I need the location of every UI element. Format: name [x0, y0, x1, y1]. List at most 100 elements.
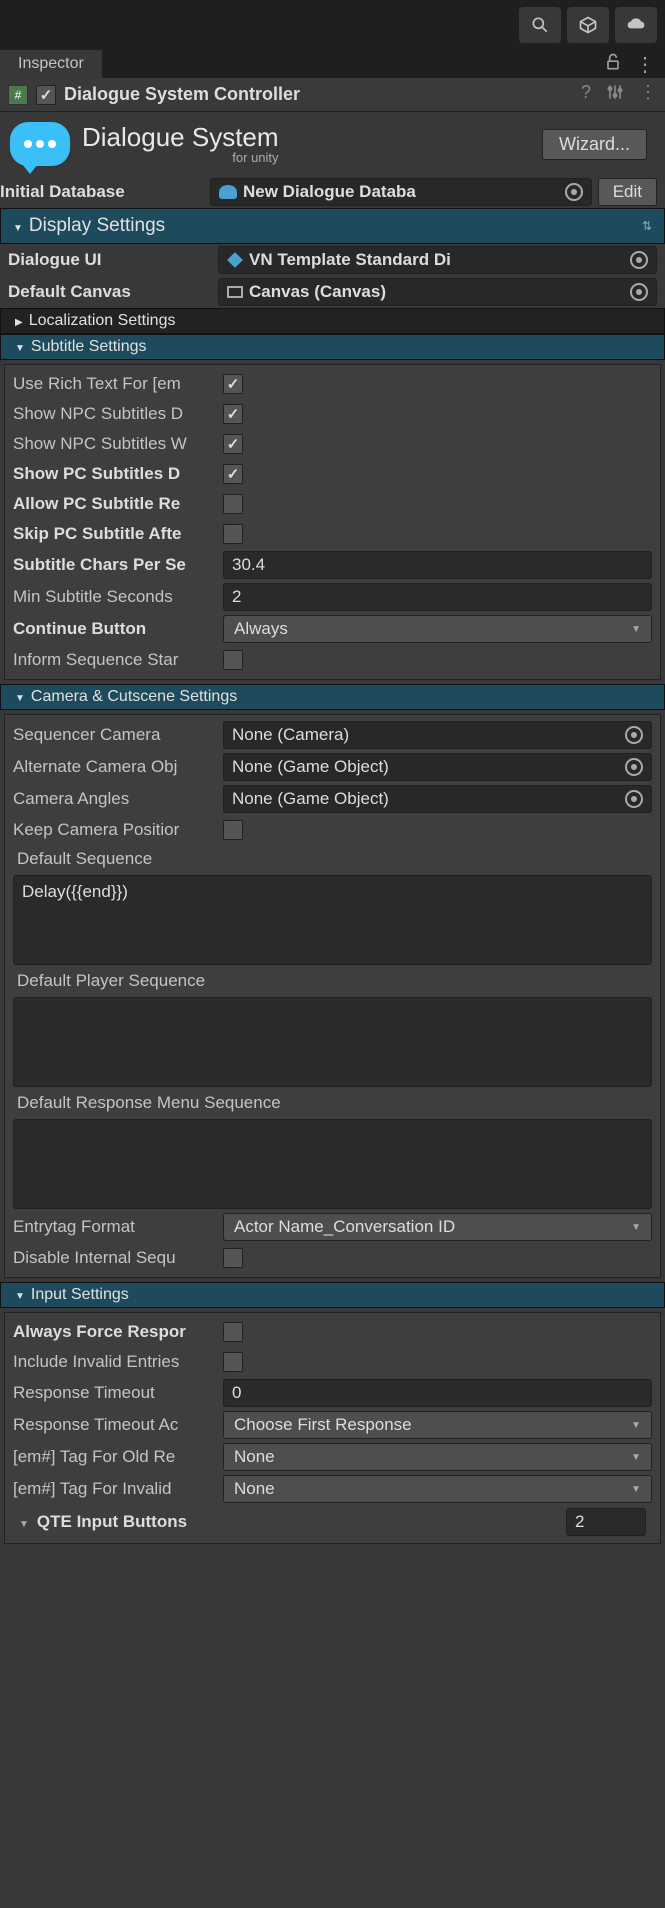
- em-tag-old-dropdown[interactable]: None▼: [223, 1443, 652, 1471]
- field-label: Show NPC Subtitles D: [13, 404, 223, 424]
- field-label: Initial Database: [0, 182, 210, 202]
- section-title: Display Settings: [29, 215, 165, 237]
- allow-pc-subtitle-checkbox[interactable]: [223, 494, 243, 514]
- dialogue-ui-field: Dialogue UI VN Template Standard Di: [0, 244, 665, 276]
- min-subtitle-seconds-input[interactable]: 2: [223, 583, 652, 611]
- foldout-icon: [15, 1286, 25, 1304]
- field-label: Subtitle Chars Per Se: [13, 555, 223, 575]
- more-icon[interactable]: ⋮: [639, 82, 657, 107]
- field-label: Always Force Respor: [13, 1322, 223, 1342]
- default-sequence-label: Default Sequence: [5, 845, 660, 873]
- continue-button-dropdown[interactable]: Always ▼: [223, 615, 652, 643]
- obj-text: Canvas (Canvas): [249, 282, 386, 302]
- field-label: Camera Angles: [13, 789, 223, 809]
- chevron-down-icon: ▼: [631, 1452, 641, 1463]
- use-rich-text-checkbox[interactable]: [223, 374, 243, 394]
- default-player-sequence-textarea[interactable]: [13, 997, 652, 1087]
- wizard-button[interactable]: Wizard...: [542, 129, 647, 160]
- show-npc-subtitles-d-checkbox[interactable]: [223, 404, 243, 424]
- obj-text: None (Game Object): [232, 757, 389, 777]
- default-response-sequence-label: Default Response Menu Sequence: [5, 1089, 660, 1117]
- edit-button[interactable]: Edit: [598, 178, 657, 206]
- dropdown-value: Actor Name_Conversation ID: [234, 1217, 455, 1237]
- always-force-response-checkbox[interactable]: [223, 1322, 243, 1342]
- sequencer-camera-field[interactable]: None (Camera): [223, 721, 652, 749]
- display-settings-header[interactable]: Display Settings ⇅: [0, 208, 665, 244]
- object-picker-icon[interactable]: [630, 283, 648, 301]
- subtitle-chars-input[interactable]: 30.4: [223, 551, 652, 579]
- subtitle-settings-panel: Use Rich Text For [em Show NPC Subtitles…: [4, 364, 661, 680]
- field-label: [em#] Tag For Old Re: [13, 1447, 223, 1467]
- camera-settings-panel: Sequencer CameraNone (Camera) Alternate …: [4, 714, 661, 1278]
- foldout-icon: [13, 215, 23, 237]
- keep-camera-position-checkbox[interactable]: [223, 820, 243, 840]
- section-title: Camera & Cutscene Settings: [31, 688, 237, 706]
- help-icon[interactable]: ?: [581, 82, 591, 107]
- input-settings-panel: Always Force Respor Include Invalid Entr…: [4, 1312, 661, 1544]
- chevron-down-icon: ▼: [631, 1484, 641, 1495]
- script-icon: #: [8, 85, 28, 105]
- response-timeout-action-dropdown[interactable]: Choose First Response▼: [223, 1411, 652, 1439]
- show-npc-subtitles-w-checkbox[interactable]: [223, 434, 243, 454]
- qte-label: QTE Input Buttons: [37, 1512, 558, 1532]
- input-settings-header[interactable]: Input Settings: [0, 1282, 665, 1308]
- localization-settings-header[interactable]: Localization Settings: [0, 308, 665, 334]
- object-picker-icon[interactable]: [565, 183, 583, 201]
- camera-settings-header[interactable]: Camera & Cutscene Settings: [0, 684, 665, 710]
- subtitle-settings-header[interactable]: Subtitle Settings: [0, 334, 665, 360]
- field-label: Dialogue UI: [8, 250, 218, 270]
- object-picker-icon[interactable]: [630, 251, 648, 269]
- dropdown-value: Always: [234, 619, 288, 639]
- object-picker-icon[interactable]: [625, 758, 643, 776]
- default-canvas-field: Default Canvas Canvas (Canvas): [0, 276, 665, 308]
- field-label: Continue Button: [13, 619, 223, 639]
- inform-sequence-checkbox[interactable]: [223, 650, 243, 670]
- canvas-icon: [227, 286, 243, 298]
- response-timeout-input[interactable]: 0: [223, 1379, 652, 1407]
- foldout-icon: [15, 688, 25, 706]
- field-label: Inform Sequence Star: [13, 650, 223, 670]
- tab-bar: Inspector ⋮: [0, 50, 665, 78]
- tab-label: Inspector: [18, 55, 84, 73]
- field-label: Alternate Camera Obj: [13, 757, 223, 777]
- menu-icon[interactable]: ⋮: [635, 52, 655, 77]
- cloud-button[interactable]: [615, 7, 657, 43]
- foldout-icon: [15, 312, 23, 330]
- dialogue-ui-value[interactable]: VN Template Standard Di: [218, 246, 657, 274]
- default-sequence-textarea[interactable]: Delay({{end}}): [13, 875, 652, 965]
- component-header[interactable]: # Dialogue System Controller ? ⋮: [0, 78, 665, 112]
- object-picker-icon[interactable]: [625, 790, 643, 808]
- disable-internal-seq-checkbox[interactable]: [223, 1248, 243, 1268]
- component-enabled-checkbox[interactable]: [36, 85, 56, 105]
- sort-icon[interactable]: ⇅: [642, 219, 652, 233]
- camera-angles-field[interactable]: None (Game Object): [223, 785, 652, 813]
- show-pc-subtitles-d-checkbox[interactable]: [223, 464, 243, 484]
- search-button[interactable]: [519, 7, 561, 43]
- logo-subtitle: for unity: [82, 150, 279, 165]
- field-label: Show NPC Subtitles W: [13, 434, 223, 454]
- obj-text: None (Game Object): [232, 789, 389, 809]
- inspector-tab[interactable]: Inspector: [0, 50, 102, 78]
- foldout-icon: [19, 1512, 29, 1532]
- field-label: Response Timeout Ac: [13, 1415, 223, 1435]
- qte-count-input[interactable]: 2: [566, 1508, 646, 1536]
- chevron-down-icon: ▼: [631, 624, 641, 635]
- alternate-camera-field[interactable]: None (Game Object): [223, 753, 652, 781]
- package-button[interactable]: [567, 7, 609, 43]
- entrytag-format-dropdown[interactable]: Actor Name_Conversation ID▼: [223, 1213, 652, 1241]
- lock-icon[interactable]: [603, 52, 623, 77]
- preset-icon[interactable]: [605, 82, 625, 107]
- initial-database-value[interactable]: New Dialogue Databa: [210, 178, 592, 206]
- default-canvas-value[interactable]: Canvas (Canvas): [218, 278, 657, 306]
- default-response-sequence-textarea[interactable]: [13, 1119, 652, 1209]
- prefab-icon: [227, 252, 243, 268]
- qte-input-buttons-row[interactable]: QTE Input Buttons 2: [5, 1505, 660, 1539]
- field-label: Min Subtitle Seconds: [13, 587, 223, 607]
- em-tag-invalid-dropdown[interactable]: None▼: [223, 1475, 652, 1503]
- search-icon: [530, 15, 550, 35]
- section-title: Subtitle Settings: [31, 338, 147, 356]
- object-picker-icon[interactable]: [625, 726, 643, 744]
- field-label: Skip PC Subtitle Afte: [13, 524, 223, 544]
- include-invalid-entries-checkbox[interactable]: [223, 1352, 243, 1372]
- skip-pc-subtitle-checkbox[interactable]: [223, 524, 243, 544]
